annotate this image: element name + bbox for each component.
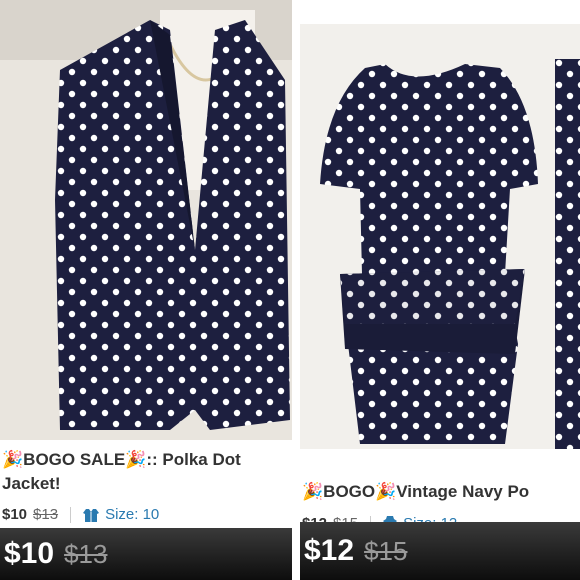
polka-dot-jacket-image xyxy=(0,0,292,440)
listing-size[interactable]: Size: 10 xyxy=(83,506,159,523)
listing-original-price: $13 xyxy=(33,506,59,523)
listing-price: $10 xyxy=(2,506,28,523)
price-banner: $10 $13 xyxy=(0,528,292,580)
listing-meta: $10 $13 Size: 10 xyxy=(2,506,159,523)
listing-card-dress[interactable]: 🎉BOGO🎉Vintage Navy Po $12 $15 Size: 12 $… xyxy=(300,24,580,580)
banner-original-price: $15 xyxy=(364,535,408,566)
price-banner: $12 $15 xyxy=(300,522,580,580)
listing-photo[interactable] xyxy=(300,24,580,449)
polka-dot-dress-image xyxy=(300,24,580,449)
listing-title[interactable]: 🎉BOGO SALE🎉:: Polka Dot Jacket! xyxy=(2,448,290,496)
listing-card-jacket[interactable]: 🎉BOGO SALE🎉:: Polka Dot Jacket! $10 $13 … xyxy=(0,0,292,580)
meta-divider xyxy=(70,506,72,523)
listing-photo[interactable] xyxy=(0,0,292,440)
jacket-icon xyxy=(83,508,100,522)
listing-size-label: Size: 10 xyxy=(105,506,160,523)
banner-price: $12 xyxy=(304,534,355,567)
listing-title[interactable]: 🎉BOGO🎉Vintage Navy Po xyxy=(302,480,529,504)
banner-price: $10 xyxy=(4,537,55,570)
banner-original-price: $13 xyxy=(64,538,108,569)
